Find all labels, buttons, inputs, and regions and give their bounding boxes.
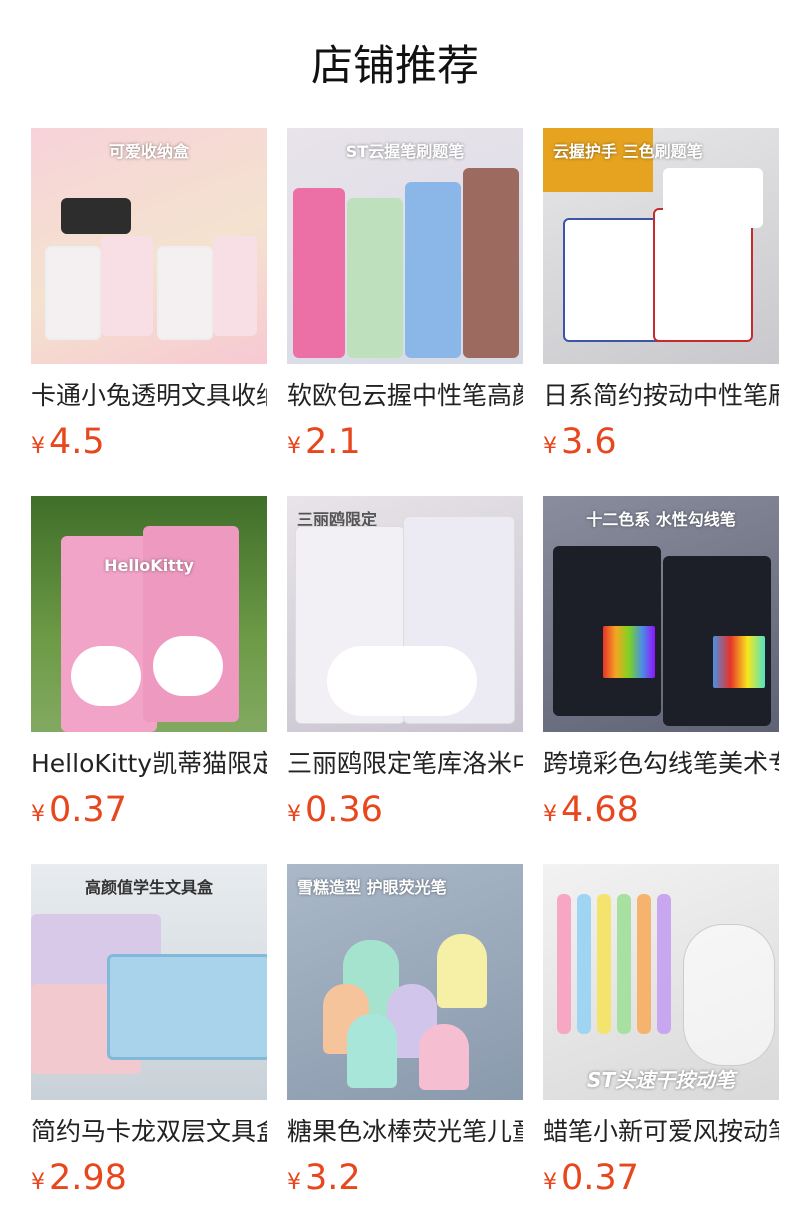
product-image[interactable]: 高颜值学生文具盒 bbox=[31, 864, 267, 1100]
product-card[interactable]: 雪糕造型 护眼荧光笔 糖果色冰棒荧光笔儿童 ¥3.2 bbox=[287, 864, 523, 1232]
product-name[interactable]: 糖果色冰棒荧光笔儿童 bbox=[287, 1116, 523, 1148]
product-name[interactable]: 日系简约按动中性笔刷题 bbox=[543, 380, 779, 412]
product-name[interactable]: 蜡笔小新可爱风按动笔 bbox=[543, 1116, 779, 1148]
product-price: ¥3.2 bbox=[287, 1158, 523, 1204]
product-image-text: 十二色系 水性勾线笔 bbox=[586, 510, 736, 529]
price-value: 4.68 bbox=[561, 790, 639, 830]
product-price: ¥0.37 bbox=[543, 1158, 779, 1204]
section-title: 店铺推荐 bbox=[310, 41, 479, 90]
currency-symbol: ¥ bbox=[31, 1170, 45, 1195]
product-price: ¥2.1 bbox=[287, 422, 523, 468]
product-name[interactable]: 软欧包云握中性笔高颜值 bbox=[287, 380, 523, 412]
product-image[interactable]: 云握护手 三色刷题笔 bbox=[543, 128, 779, 364]
product-image[interactable]: ST头速干按动笔 bbox=[543, 864, 779, 1100]
product-card[interactable]: ST云握笔刷题笔 软欧包云握中性笔高颜值 ¥2.1 bbox=[287, 128, 523, 496]
product-image[interactable]: 雪糕造型 护眼荧光笔 bbox=[287, 864, 523, 1100]
product-image-text: ST云握笔刷题笔 bbox=[345, 142, 465, 161]
currency-symbol: ¥ bbox=[31, 434, 45, 459]
product-card[interactable]: 三丽鸥限定 三丽鸥限定笔库洛米中性笔 ¥0.36 bbox=[287, 496, 523, 864]
product-price: ¥3.6 bbox=[543, 422, 779, 468]
product-card[interactable]: 可爱收纳盒 卡通小兔透明文具收纳盒 ¥4.5 bbox=[31, 128, 267, 496]
product-price: ¥0.37 bbox=[31, 790, 267, 836]
price-value: 4.5 bbox=[49, 422, 105, 462]
currency-symbol: ¥ bbox=[543, 802, 557, 827]
product-image-text: 可爱收纳盒 bbox=[108, 142, 189, 161]
price-value: 3.2 bbox=[305, 1158, 361, 1198]
product-price: ¥0.36 bbox=[287, 790, 523, 836]
product-price: ¥4.5 bbox=[31, 422, 267, 468]
currency-symbol: ¥ bbox=[287, 802, 301, 827]
product-name[interactable]: 卡通小兔透明文具收纳盒 bbox=[31, 380, 267, 412]
product-card[interactable]: ST头速干按动笔 蜡笔小新可爱风按动笔 ¥0.37 bbox=[543, 864, 779, 1232]
currency-symbol: ¥ bbox=[31, 802, 45, 827]
price-value: 0.37 bbox=[49, 790, 127, 830]
currency-symbol: ¥ bbox=[287, 1170, 301, 1195]
product-image[interactable]: 可爱收纳盒 bbox=[31, 128, 267, 364]
product-image[interactable]: 十二色系 水性勾线笔 bbox=[543, 496, 779, 732]
price-value: 3.6 bbox=[561, 422, 617, 462]
product-card[interactable]: 云握护手 三色刷题笔 日系简约按动中性笔刷题 ¥3.6 bbox=[543, 128, 779, 496]
product-name[interactable]: HelloKitty凯蒂猫限定中性笔 bbox=[31, 748, 267, 780]
product-grid: 可爱收纳盒 卡通小兔透明文具收纳盒 ¥4.5 ST云握笔刷题笔 软欧包云握中性笔… bbox=[31, 128, 779, 1232]
product-card[interactable]: 十二色系 水性勾线笔 跨境彩色勾线笔美术专用 ¥4.68 bbox=[543, 496, 779, 864]
currency-symbol: ¥ bbox=[287, 434, 301, 459]
product-card[interactable]: 高颜值学生文具盒 简约马卡龙双层文具盒 ¥2.98 bbox=[31, 864, 267, 1232]
product-name[interactable]: 跨境彩色勾线笔美术专用 bbox=[543, 748, 779, 780]
price-value: 0.36 bbox=[305, 790, 383, 830]
product-image[interactable]: HelloKitty bbox=[31, 496, 267, 732]
product-name[interactable]: 三丽鸥限定笔库洛米中性笔 bbox=[287, 748, 523, 780]
price-value: 0.37 bbox=[561, 1158, 639, 1198]
currency-symbol: ¥ bbox=[543, 434, 557, 459]
product-image-text: ST头速干按动笔 bbox=[586, 1068, 736, 1092]
product-card[interactable]: HelloKitty HelloKitty凯蒂猫限定中性笔 ¥0.37 bbox=[31, 496, 267, 864]
product-name[interactable]: 简约马卡龙双层文具盒 bbox=[31, 1116, 267, 1148]
product-image-text: 雪糕造型 护眼荧光笔 bbox=[297, 878, 447, 897]
currency-symbol: ¥ bbox=[543, 1170, 557, 1195]
price-value: 2.1 bbox=[305, 422, 361, 462]
product-price: ¥4.68 bbox=[543, 790, 779, 836]
product-image-text: 高颜值学生文具盒 bbox=[84, 878, 213, 897]
product-image[interactable]: 三丽鸥限定 bbox=[287, 496, 523, 732]
price-value: 2.98 bbox=[49, 1158, 127, 1198]
product-image-text: HelloKitty bbox=[104, 556, 194, 575]
product-image-text: 云握护手 三色刷题笔 bbox=[553, 142, 703, 161]
product-image[interactable]: ST云握笔刷题笔 bbox=[287, 128, 523, 364]
product-price: ¥2.98 bbox=[31, 1158, 267, 1204]
